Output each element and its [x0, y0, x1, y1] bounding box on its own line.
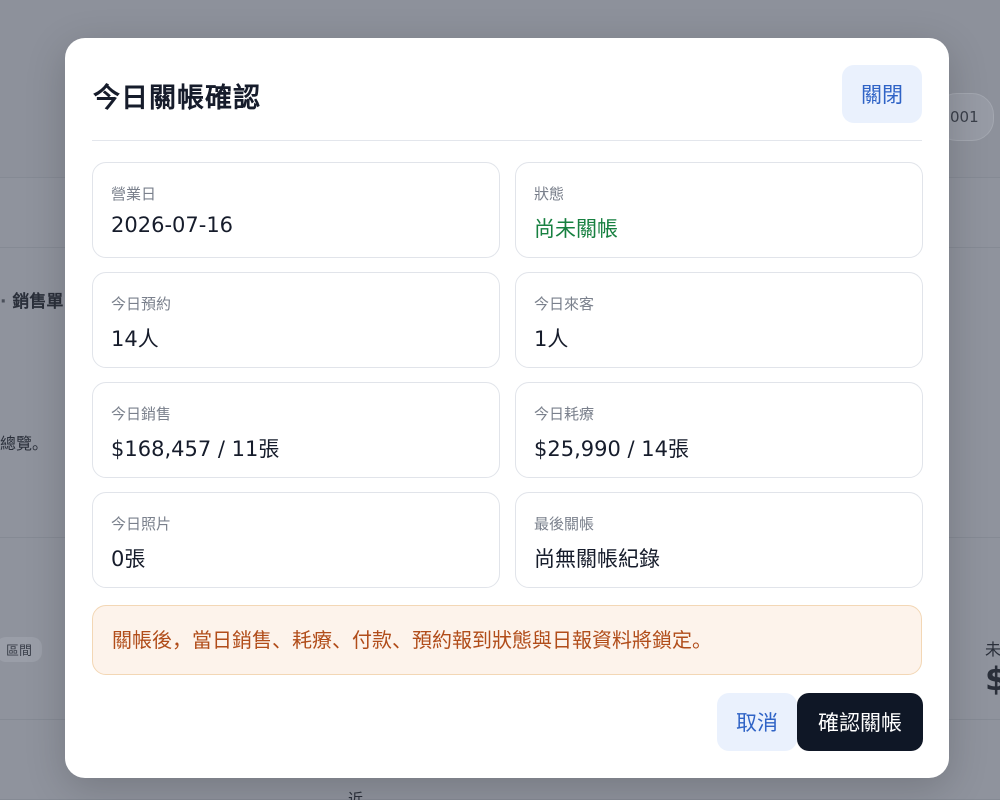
background-right-label: 未 — [985, 640, 1000, 659]
card-value: 尚無關帳紀錄 — [534, 547, 660, 571]
background-section-heading: · 銷售單 — [0, 292, 64, 312]
card-today-photos: 今日照片 0張 — [92, 492, 500, 588]
card-label: 今日銷售 — [111, 405, 172, 423]
card-label: 狀態 — [534, 185, 565, 203]
dialog-title: 今日關帳確認 — [93, 83, 261, 114]
card-label: 今日耗療 — [534, 405, 595, 423]
card-label: 最後關帳 — [534, 515, 595, 533]
card-label: 今日來客 — [534, 295, 595, 313]
card-today-appointments: 今日預約 14人 — [92, 272, 500, 368]
card-today-visitors: 今日來客 1人 — [515, 272, 923, 368]
card-status: 狀態 尚未關帳 — [515, 162, 923, 258]
card-label: 今日照片 — [111, 515, 172, 533]
card-business-date: 營業日 2026-07-16 — [92, 162, 500, 258]
cancel-button[interactable]: 取消 — [717, 693, 797, 751]
card-today-treatments: 今日耗療 $25,990 / 14張 — [515, 382, 923, 478]
card-label: 今日預約 — [111, 295, 172, 313]
background-section-heading-text: 銷售單 — [12, 292, 64, 312]
card-last-close: 最後關帳 尚無關帳紀錄 — [515, 492, 923, 588]
card-today-sales: 今日銷售 $168,457 / 11張 — [92, 382, 500, 478]
card-value: 2026-07-16 — [111, 213, 234, 237]
dialog-divider — [92, 140, 922, 141]
card-value: $25,990 / 14張 — [534, 437, 689, 461]
background-right-value: $ — [985, 660, 1000, 698]
card-value: $168,457 / 11張 — [111, 437, 280, 461]
card-value: 1人 — [534, 327, 569, 351]
card-value: 14人 — [111, 327, 159, 351]
close-button[interactable]: 關閉 — [842, 65, 922, 123]
lock-warning-notice: 關帳後，當日銷售、耗療、付款、預約報到狀態與日報資料將鎖定。 — [92, 605, 922, 675]
close-day-confirm-dialog: 今日關帳確認 關閉 營業日 2026-07-16 狀態 尚未關帳 今日預約 14… — [65, 38, 949, 778]
card-label: 營業日 — [111, 185, 157, 203]
background-bottom-text: 近 — [348, 790, 364, 800]
confirm-close-button[interactable]: 確認關帳 — [797, 693, 923, 751]
status-value: 尚未關帳 — [534, 217, 618, 241]
background-range-tag: 區間 — [0, 637, 43, 662]
background-overview-text: 總覽。 — [0, 434, 49, 453]
card-value: 0張 — [111, 547, 146, 571]
